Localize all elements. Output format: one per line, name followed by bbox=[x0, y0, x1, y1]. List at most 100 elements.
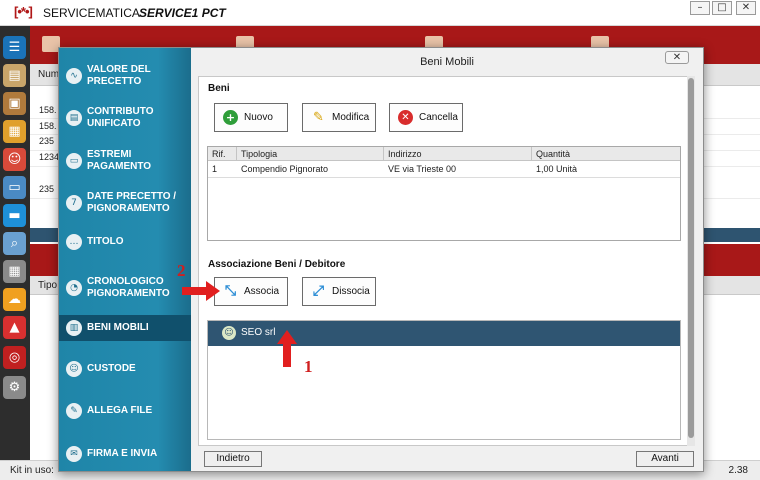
nav-item-allega-file[interactable]: ✎ ALLEGA FILE bbox=[59, 391, 191, 431]
person-icon: ☺ bbox=[222, 326, 236, 340]
briefcase-icon[interactable]: ▦ bbox=[3, 120, 26, 143]
compress-arrows-icon: ⤡ bbox=[224, 283, 237, 299]
dialog-close-button[interactable]: ✕ bbox=[665, 51, 689, 64]
cell-quantita: 1,00 Unità bbox=[536, 164, 578, 174]
annotation-arrow-up-head bbox=[277, 330, 297, 344]
associazione-section-title: Associazione Beni / Debitore bbox=[208, 259, 346, 270]
minimize-button[interactable]: – bbox=[690, 1, 710, 15]
title-bar: [•*•] SERVICEMATICA SERVICE1 PCT – □ ✕ bbox=[0, 0, 760, 26]
app-name: SERVICEMATICA bbox=[43, 6, 140, 20]
background-cell: 158. bbox=[39, 121, 57, 131]
column-header-tipologia[interactable]: Tipologia bbox=[237, 147, 384, 161]
nav-item-label: DATE PRECETTO / PIGNORAMENTO bbox=[87, 191, 177, 214]
nav-date-precetto-pignoramento-icon: 7 bbox=[66, 195, 82, 211]
step-number-2: 2 bbox=[177, 261, 186, 280]
beni-mobili-dialog: ∿ VALORE DEL PRECETTO ▤ CONTRIBUTO UNIFICAT… bbox=[58, 47, 704, 472]
delete-icon: ✕ bbox=[398, 110, 413, 125]
nav-item-cronologico-pignoramento[interactable]: ◔ CRONOLOGICO PIGNORAMENTO bbox=[59, 268, 191, 308]
nav-item-custode[interactable]: ☺ CUSTODE bbox=[59, 349, 191, 389]
cancella-button[interactable]: ✕ Cancella bbox=[389, 103, 463, 132]
annotation-arrow-right-head bbox=[206, 281, 220, 301]
nav-firma-e-invia-icon: ✉ bbox=[66, 446, 82, 462]
nuovo-button[interactable]: + Nuovo bbox=[214, 103, 288, 132]
search-doc-icon[interactable]: ⌕ bbox=[3, 232, 26, 255]
modifica-button-label: Modifica bbox=[332, 112, 370, 123]
nav-item-label: TITOLO bbox=[87, 236, 124, 247]
dissocia-button-label: Dissocia bbox=[332, 286, 370, 297]
nav-item-valore-del-precetto[interactable]: ∿ VALORE DEL PRECETTO bbox=[59, 56, 191, 96]
calculator-icon[interactable]: ▦ bbox=[3, 260, 26, 283]
modifica-button[interactable]: ✎ Modifica bbox=[302, 103, 376, 132]
indietro-button[interactable]: Indietro bbox=[204, 451, 262, 467]
scrollbar-thumb[interactable] bbox=[688, 78, 694, 438]
nav-item-label: CUSTODE bbox=[87, 363, 136, 374]
column-header-indirizzo[interactable]: Indirizzo bbox=[384, 147, 532, 161]
nav-item-label: BENI MOBILI bbox=[87, 322, 149, 333]
calendar-alert-icon[interactable]: ▲ bbox=[3, 316, 26, 339]
table-row[interactable]: 1 Compendio Pignorato VE via Trieste 00 … bbox=[208, 162, 680, 178]
app-logo: [•*•] bbox=[14, 4, 33, 19]
nav-custode-icon: ☺ bbox=[66, 361, 82, 377]
nav-item-date-precetto-pignoramento[interactable]: 7 DATE PRECETTO / PIGNORAMENTO bbox=[59, 183, 191, 223]
window-close-button[interactable]: ✕ bbox=[736, 1, 756, 15]
column-tipo: Tipo bbox=[38, 280, 58, 291]
background-cell: 1234 bbox=[39, 152, 60, 162]
person-icon[interactable]: ☺ bbox=[3, 148, 26, 171]
associa-button[interactable]: ⤡ Associa bbox=[214, 277, 288, 306]
nav-estremi-pagamento-icon: ▭ bbox=[66, 153, 82, 169]
nav-item-label: VALORE DEL PRECETTO bbox=[87, 64, 151, 87]
chat-icon[interactable]: ▬ bbox=[3, 204, 26, 227]
nav-item-contributo-unificato[interactable]: ▤ CONTRIBUTO UNIFICATO bbox=[59, 98, 191, 138]
computer-icon[interactable]: ▭ bbox=[3, 176, 26, 199]
cloud-upload-icon[interactable]: ☁ bbox=[3, 288, 26, 311]
nav-item-label: CONTRIBUTO UNIFICATO bbox=[87, 106, 154, 129]
beni-section-title: Beni bbox=[208, 83, 230, 94]
version-label: 2.38 bbox=[728, 465, 748, 476]
nav-valore-del-precetto-icon: ∿ bbox=[66, 68, 82, 84]
nav-item-titolo[interactable]: … TITOLO bbox=[59, 222, 191, 262]
nav-item-firma-e-invia[interactable]: ✉ FIRMA E INVIA bbox=[59, 434, 191, 474]
expand-arrows-icon: ⤢ bbox=[312, 283, 325, 299]
nav-item-label: FIRMA E INVIA bbox=[87, 448, 158, 459]
annotation-arrow-right bbox=[182, 287, 208, 295]
wizard-nav: ∿ VALORE DEL PRECETTO ▤ CONTRIBUTO UNIFICAT… bbox=[59, 48, 191, 471]
background-cell: 158. bbox=[39, 105, 57, 115]
gear-icon[interactable]: ⚙ bbox=[3, 376, 26, 399]
content-scrollbar[interactable] bbox=[687, 76, 695, 446]
menu-icon[interactable]: ☰ bbox=[3, 36, 26, 59]
lifebuoy-icon[interactable]: ◎ bbox=[3, 346, 26, 369]
annotation-arrow-up bbox=[283, 343, 291, 367]
notepad-icon[interactable]: ▤ bbox=[3, 64, 26, 87]
associa-button-label: Associa bbox=[244, 286, 280, 297]
column-header-rif[interactable]: Rif. bbox=[208, 147, 237, 161]
background-cell: 235 bbox=[39, 136, 55, 146]
nav-allega-file-icon: ✎ bbox=[66, 403, 82, 419]
nav-beni-mobili-icon: ▥ bbox=[66, 320, 82, 336]
column-header-quantita[interactable]: Quantità bbox=[532, 147, 680, 161]
maximize-button[interactable]: □ bbox=[712, 1, 732, 15]
beni-table: Rif. Tipologia Indirizzo Quantità 1 Comp… bbox=[207, 146, 681, 241]
dialog-title: Beni Mobili bbox=[420, 56, 474, 68]
nuovo-button-label: Nuovo bbox=[244, 112, 273, 123]
app-product-name: SERVICE1 PCT bbox=[139, 6, 226, 20]
step-number-1: 1 bbox=[304, 357, 313, 376]
background-cell: 235 bbox=[39, 184, 55, 194]
dialog-content: Beni + Nuovo ✎ Modifica ✕ Cancella Rif. … bbox=[198, 76, 692, 446]
cell-rif: 1 bbox=[212, 164, 218, 174]
nav-item-label: CRONOLOGICO PIGNORAMENTO bbox=[87, 276, 170, 299]
nav-cronologico-pignoramento-icon: ◔ bbox=[66, 280, 82, 296]
app-side-rail: ☰ ▤ ▣ ▦ ☺ ▭ ▬ ⌕ ▦ ☁ ▲ ◎ ⚙ bbox=[0, 26, 30, 460]
folder-icon[interactable]: ▣ bbox=[3, 92, 26, 115]
nav-item-beni-mobili[interactable]: ▥ BENI MOBILI bbox=[59, 315, 191, 341]
plus-icon: + bbox=[223, 110, 238, 125]
nav-contributo-unificato-icon: ▤ bbox=[66, 110, 82, 126]
avanti-button[interactable]: Avanti bbox=[636, 451, 694, 467]
dissocia-button[interactable]: ⤢ Dissocia bbox=[302, 277, 376, 306]
beni-table-header: Rif. Tipologia Indirizzo Quantità bbox=[208, 147, 680, 161]
kit-label: Kit in uso: bbox=[10, 465, 54, 476]
cell-indirizzo: VE via Trieste 00 bbox=[388, 164, 457, 174]
nav-item-estremi-pagamento[interactable]: ▭ ESTREMI PAGAMENTO bbox=[59, 141, 191, 181]
debtor-name: SEO srl bbox=[241, 327, 276, 338]
nav-item-label: ALLEGA FILE bbox=[87, 405, 153, 416]
cell-tipologia: Compendio Pignorato bbox=[241, 164, 329, 174]
